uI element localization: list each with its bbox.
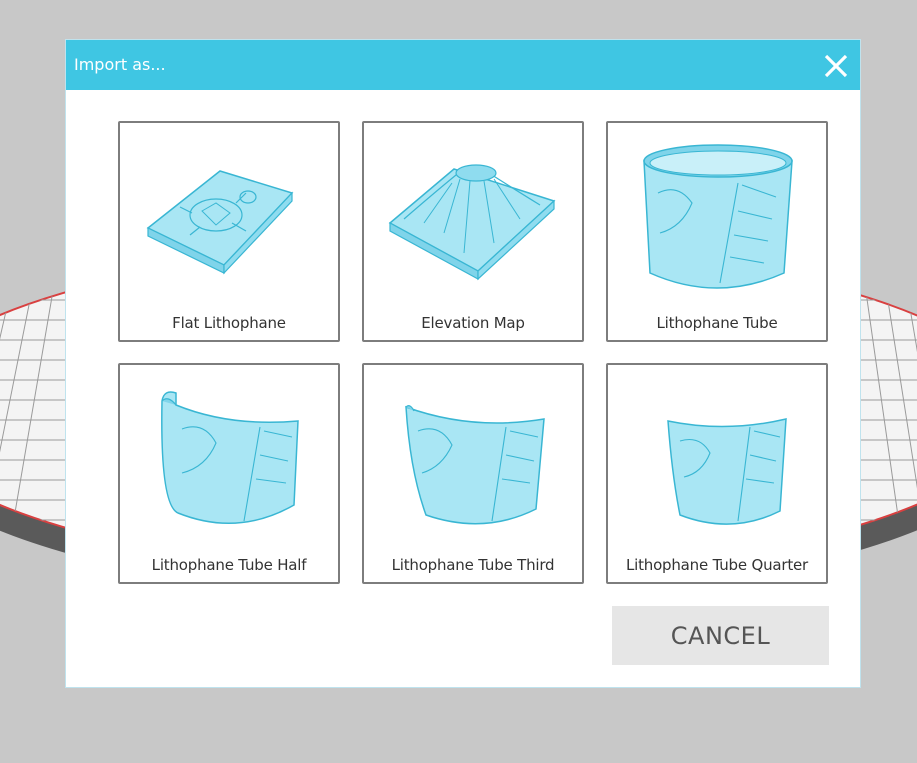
option-lithophane-tube-third[interactable]: Lithophane Tube Third	[362, 363, 584, 584]
lithophane-tube-icon	[643, 144, 793, 289]
option-label: Lithophane Tube Third	[391, 556, 555, 574]
option-flat-lithophane[interactable]: Flat Lithophane	[118, 121, 340, 342]
elevation-map-icon	[388, 164, 556, 281]
dialog-titlebar: Import as...	[66, 40, 860, 90]
flat-lithophane-icon	[146, 170, 294, 275]
lithophane-tube-third-icon	[405, 405, 545, 525]
import-dialog: Import as... Flat Lithophane Elevation M…	[66, 40, 860, 687]
lithophane-tube-quarter-icon	[667, 418, 787, 525]
option-label: Lithophane Tube Quarter	[625, 556, 809, 574]
close-icon	[824, 54, 848, 78]
dialog-title: Import as...	[74, 55, 166, 74]
option-label: Flat Lithophane	[172, 314, 286, 332]
option-elevation-map[interactable]: Elevation Map	[362, 121, 584, 342]
option-label: Lithophane Tube	[656, 314, 778, 332]
option-lithophane-tube-quarter[interactable]: Lithophane Tube Quarter	[606, 363, 828, 584]
lithophane-tube-half-icon	[161, 391, 299, 525]
option-label: Lithophane Tube Half	[151, 556, 307, 574]
option-lithophane-tube[interactable]: Lithophane Tube	[606, 121, 828, 342]
close-button[interactable]	[820, 50, 852, 82]
cancel-button[interactable]: CANCEL	[612, 606, 829, 665]
option-lithophane-tube-half[interactable]: Lithophane Tube Half	[118, 363, 340, 584]
option-label: Elevation Map	[421, 314, 525, 332]
